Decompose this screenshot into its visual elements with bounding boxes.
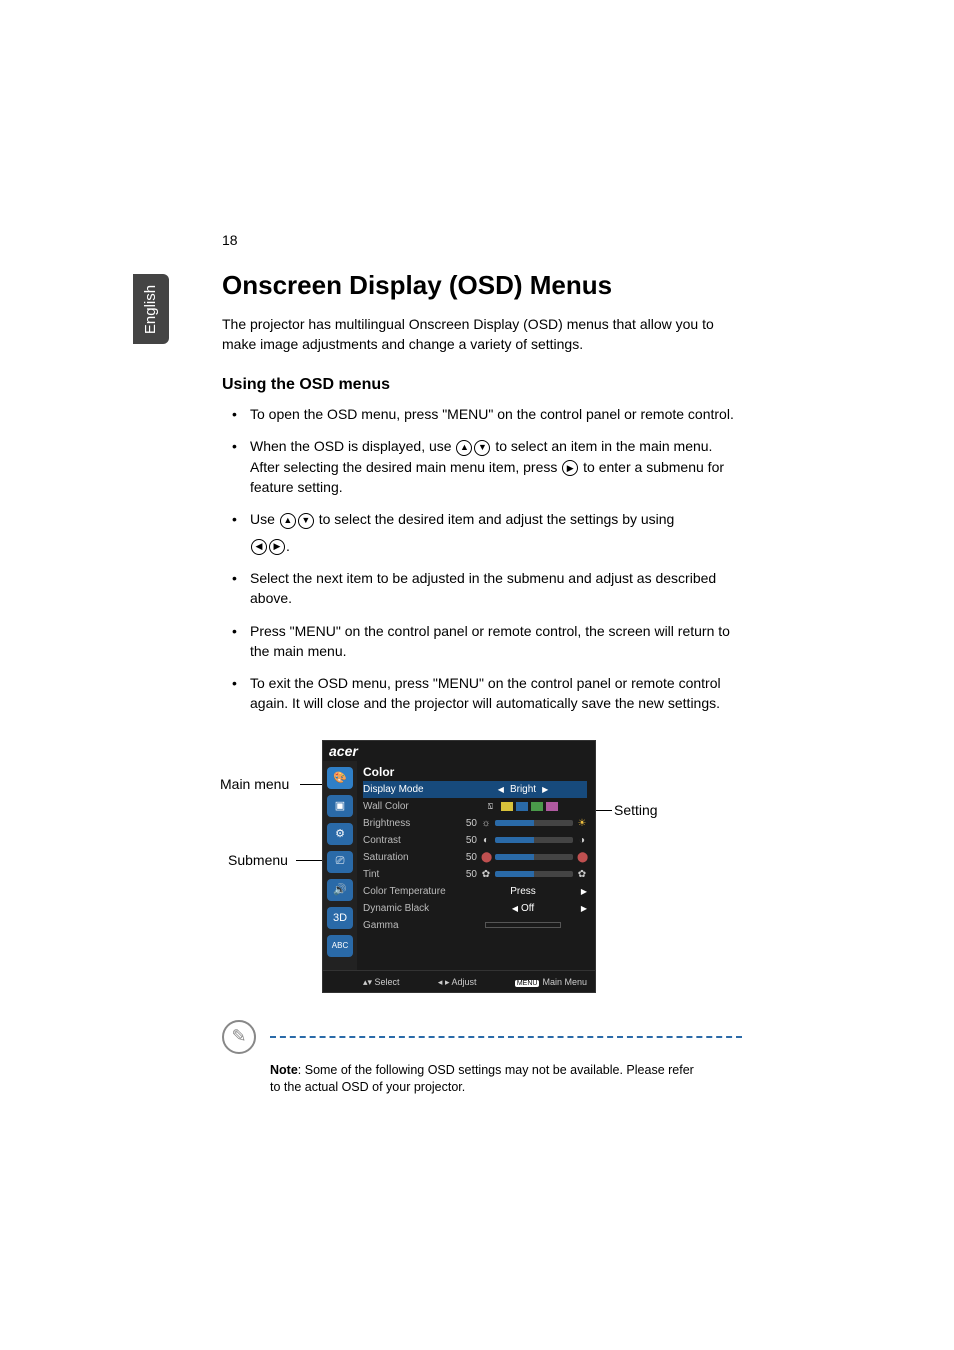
osd-row-label: Color Temperature (363, 886, 455, 897)
page-content: Onscreen Display (OSD) Menus The project… (222, 270, 742, 1096)
right-arrow-icon[interactable]: ▶ (581, 904, 587, 913)
osd-row-display-mode[interactable]: Display Mode ◀ Bright ▶ (363, 781, 587, 798)
language-tab: English (133, 274, 169, 344)
slider[interactable] (495, 837, 573, 843)
text-fragment: to select the desired item and adjust th… (319, 511, 675, 527)
page-number: 18 (222, 232, 238, 248)
osd-row-gamma[interactable]: Gamma (363, 917, 587, 934)
color-tab-icon[interactable]: 🎨 (327, 767, 353, 789)
slider[interactable] (495, 820, 573, 826)
gamma-bar (485, 922, 562, 928)
color-swatch (546, 802, 558, 811)
osd-row-value: Off (521, 903, 534, 914)
left-arrow-icon[interactable]: ◀ (495, 785, 507, 794)
saturation-high-icon: ⬤ (577, 852, 587, 863)
osd-row-color-temperature[interactable]: Color Temperature Press ▶ (363, 883, 587, 900)
note-divider (270, 1036, 742, 1038)
osd-row-label: Tint (363, 869, 455, 880)
brightness-high-icon: ☀ (577, 818, 587, 829)
management-tab-icon[interactable]: ⎚ (327, 851, 353, 873)
page-title: Onscreen Display (OSD) Menus (222, 270, 742, 301)
audio-tab-icon[interactable]: 🔊 (327, 879, 353, 901)
osd-row-value: 50 (459, 869, 477, 880)
down-arrow-icon: ▼ (298, 513, 314, 529)
osd-figure: Main menu Submenu Setting acer 🎨 ▣ ⚙ ⎚ 🔊… (222, 740, 742, 1000)
text-fragment: . (286, 538, 290, 554)
osd-row-saturation[interactable]: Saturation 50 ⬤ ⬤ (363, 849, 587, 866)
osd-window: acer 🎨 ▣ ⚙ ⎚ 🔊 3D ABC Color Display Mode (322, 740, 596, 993)
color-swatch (501, 802, 513, 811)
saturation-low-icon: ⬤ (481, 852, 491, 863)
callout-main-menu: Main menu (220, 776, 289, 792)
osd-row-label: Wall Color (363, 801, 455, 812)
note-block: ✎ (222, 1020, 742, 1054)
osd-row-value: 50 (459, 818, 477, 829)
color-swatch (531, 802, 543, 811)
right-arrow-icon[interactable]: ▶ (539, 785, 551, 794)
left-arrow-icon: ◀ (251, 539, 267, 555)
slider[interactable] (495, 871, 573, 877)
note-icon: ✎ (222, 1020, 256, 1054)
osd-row-label: Dynamic Black (363, 903, 455, 914)
osd-row-dynamic-black[interactable]: Dynamic Black ◀ Off ▶ (363, 900, 587, 917)
osd-row-value: 50 (459, 852, 477, 863)
osd-panel-title: Color (363, 761, 587, 781)
osd-row-wall-color[interactable]: Wall Color ⍂ (363, 798, 587, 815)
settings-tab-icon[interactable]: ⚙ (327, 823, 353, 845)
callout-submenu: Submenu (228, 852, 288, 868)
list-item: Use ▲▼ to select the desired item and ad… (222, 509, 742, 556)
note-body: : Some of the following OSD settings may… (270, 1063, 694, 1094)
language-tab-icon[interactable]: ABC (327, 935, 353, 957)
down-arrow-icon: ▼ (474, 440, 490, 456)
acer-logo: acer (323, 741, 595, 761)
slider[interactable] (495, 854, 573, 860)
osd-row-label: Contrast (363, 835, 455, 846)
list-item: To exit the OSD menu, press "MENU" on th… (222, 673, 742, 714)
instruction-list: To open the OSD menu, press "MENU" on th… (222, 404, 742, 714)
osd-row-value: Press (510, 886, 536, 897)
language-tab-label: English (143, 284, 160, 333)
intro-paragraph: The projector has multilingual Onscreen … (222, 315, 742, 354)
text-fragment: When the OSD is displayed, use (250, 438, 455, 454)
list-item: To open the OSD menu, press "MENU" on th… (222, 404, 742, 424)
right-arrow-icon: ▶ (269, 539, 285, 555)
osd-footer: ▴▾ Select ◂ ▸ Adjust MENUMain Menu (323, 970, 595, 992)
contrast-high-icon: ◑ (577, 835, 587, 846)
osd-row-tint[interactable]: Tint 50 ✿ ✿ (363, 866, 587, 883)
list-item: Press "MENU" on the control panel or rem… (222, 621, 742, 662)
tint-low-icon: ✿ (481, 869, 491, 880)
brightness-low-icon: ☼ (481, 818, 491, 829)
left-arrow-icon[interactable]: ◀ (512, 904, 518, 913)
list-item: Select the next item to be adjusted in t… (222, 568, 742, 609)
osd-row-brightness[interactable]: Brightness 50 ☼ ☀ (363, 815, 587, 832)
contrast-low-icon: ◐ (481, 835, 491, 846)
osd-row-contrast[interactable]: Contrast 50 ◐ ◑ (363, 832, 587, 849)
footer-select-hint: ▴▾ Select (363, 977, 400, 988)
wallcolor-off-icon: ⍂ (488, 802, 498, 811)
osd-row-value: 50 (459, 835, 477, 846)
osd-row-label: Brightness (363, 818, 455, 829)
threed-tab-icon[interactable]: 3D (327, 907, 353, 929)
callout-setting: Setting (614, 802, 658, 818)
section-heading: Using the OSD menus (222, 376, 742, 394)
osd-main-menu-tabs: 🎨 ▣ ⚙ ⎚ 🔊 3D ABC (323, 761, 357, 970)
right-arrow-icon: ▶ (562, 460, 578, 476)
note-label: Note (270, 1063, 298, 1077)
text-fragment: Use (250, 511, 279, 527)
osd-row-label: Gamma (363, 920, 455, 931)
osd-row-value: Bright (510, 784, 536, 795)
osd-row-label: Display Mode (363, 784, 455, 795)
color-swatch (516, 802, 528, 811)
right-arrow-icon[interactable]: ▶ (581, 887, 587, 896)
osd-row-label: Saturation (363, 852, 455, 863)
note-text: Note: Some of the following OSD settings… (270, 1062, 700, 1096)
tint-high-icon: ✿ (577, 869, 587, 880)
list-item: When the OSD is displayed, use ▲▼ to sel… (222, 436, 742, 497)
image-tab-icon[interactable]: ▣ (327, 795, 353, 817)
footer-menu-hint: MENUMain Menu (515, 977, 587, 988)
footer-adjust-hint: ◂ ▸ Adjust (438, 977, 477, 988)
osd-submenu-panel: Color Display Mode ◀ Bright ▶ Wall Color… (357, 761, 595, 970)
up-arrow-icon: ▲ (280, 513, 296, 529)
up-arrow-icon: ▲ (456, 440, 472, 456)
